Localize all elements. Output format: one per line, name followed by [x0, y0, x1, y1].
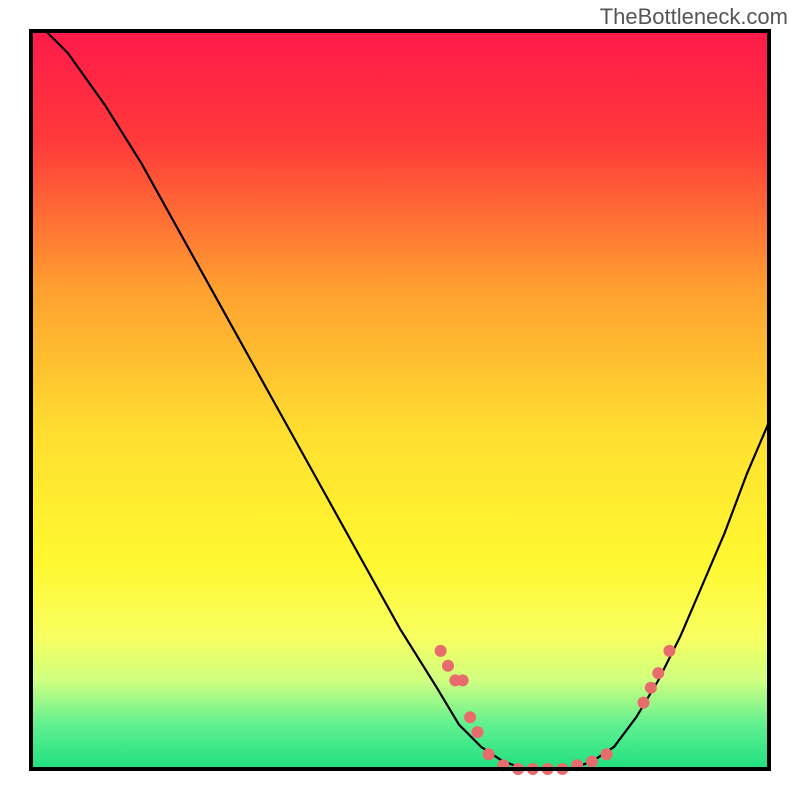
- data-point: [638, 697, 650, 709]
- data-point: [464, 711, 476, 723]
- watermark-text: TheBottleneck.com: [600, 4, 788, 30]
- data-point: [652, 667, 664, 679]
- data-point: [663, 645, 675, 657]
- data-point: [442, 660, 454, 672]
- data-point: [601, 748, 613, 760]
- chart-container: { "watermark": "TheBottleneck.com", "cha…: [0, 0, 800, 800]
- data-point: [457, 674, 469, 686]
- data-point: [483, 748, 495, 760]
- data-point: [645, 682, 657, 694]
- plot-background: [31, 31, 769, 769]
- bottleneck-chart: [0, 0, 800, 800]
- data-point: [435, 645, 447, 657]
- data-point: [472, 726, 484, 738]
- data-point: [586, 756, 598, 768]
